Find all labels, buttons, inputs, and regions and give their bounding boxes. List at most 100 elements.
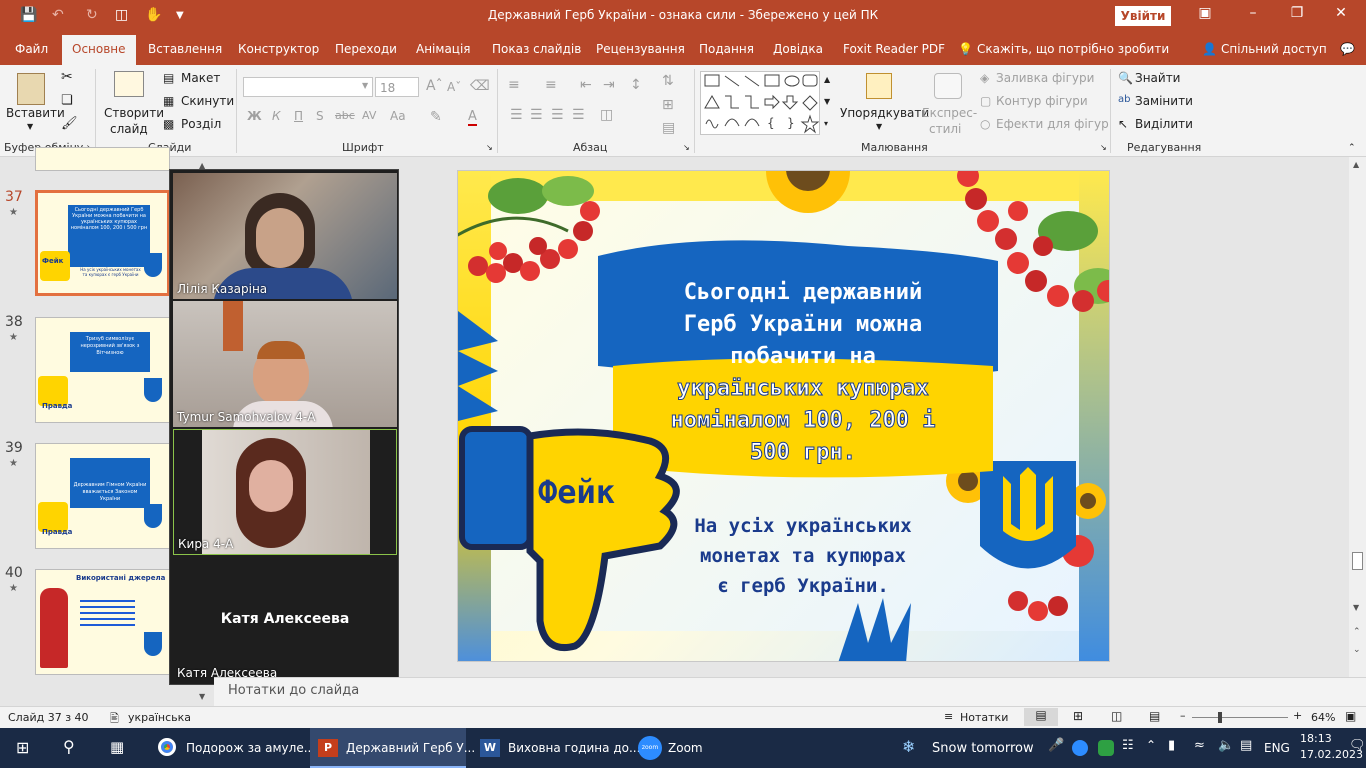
quick-styles-label2[interactable]: стилі bbox=[929, 122, 961, 136]
normal-view-icon[interactable]: ▤ bbox=[1024, 708, 1058, 726]
collapse-ribbon-icon[interactable]: ⌃ bbox=[1348, 143, 1356, 153]
underline-button[interactable]: П bbox=[294, 109, 303, 123]
zoom-slider-track[interactable] bbox=[1192, 717, 1288, 718]
tab-animations[interactable]: Анімація bbox=[416, 42, 471, 56]
columns-icon[interactable]: ◫ bbox=[600, 107, 613, 123]
new-slide-label2[interactable]: слайд bbox=[110, 122, 148, 136]
tell-me-input[interactable]: Скажіть, що потрібно зробити bbox=[977, 42, 1169, 56]
tab-transitions[interactable]: Переходи bbox=[335, 42, 397, 56]
cut-icon[interactable]: ✂ bbox=[61, 69, 73, 85]
reset-button[interactable]: Скинути bbox=[181, 94, 234, 108]
line-spacing-icon[interactable]: ↕ bbox=[630, 77, 642, 93]
format-painter-icon[interactable]: 🖌 bbox=[61, 116, 78, 131]
shape-effects-button[interactable]: Ефекти для фігур bbox=[996, 117, 1109, 131]
layout-button[interactable]: Макет bbox=[181, 71, 220, 85]
quick-styles-icon[interactable] bbox=[934, 73, 962, 99]
microphone-icon[interactable]: 🎤 bbox=[1048, 738, 1064, 753]
main-slide[interactable]: Сьогодні державний Герб України можна по… bbox=[457, 170, 1110, 662]
zoom-out-icon[interactable]: – bbox=[1180, 709, 1186, 722]
prev-slide-icon[interactable]: ⌃ bbox=[1353, 627, 1361, 637]
notes-pane[interactable]: Нотатки до слайда bbox=[214, 677, 1366, 706]
arrange-icon[interactable] bbox=[866, 73, 892, 99]
arrange-dropdown-icon[interactable]: ▼ bbox=[876, 122, 882, 131]
taskbar-app-word[interactable]: W Виховна година до... bbox=[472, 728, 640, 768]
zoom-tray-icon[interactable] bbox=[1072, 740, 1088, 756]
text-direction-icon[interactable]: ⇅ bbox=[662, 73, 674, 89]
tab-file[interactable]: Файл bbox=[15, 42, 48, 56]
notes-toggle-button[interactable]: Нотатки bbox=[960, 711, 1008, 724]
scroll-up-icon[interactable]: ▲ bbox=[1353, 160, 1359, 169]
numbering-icon[interactable]: ≡ bbox=[545, 77, 557, 93]
align-left-icon[interactable]: ☰ bbox=[510, 107, 523, 123]
shapes-scroll-up-icon[interactable]: ▲ bbox=[824, 75, 830, 84]
slide-thumbnail-37[interactable]: Сьогодні державний Герб України можна по… bbox=[35, 190, 170, 296]
task-view-icon[interactable]: ▦ bbox=[110, 738, 124, 756]
network-icon[interactable]: ▤ bbox=[1240, 738, 1252, 753]
italic-button[interactable]: К bbox=[272, 109, 281, 123]
shadow-button[interactable]: S bbox=[316, 109, 324, 123]
zoom-video-panel[interactable]: Лілія Казаріна Tymur Samohvalov 4-А Кира… bbox=[169, 169, 399, 685]
tray-app-icon[interactable] bbox=[1098, 740, 1114, 756]
font-name-input[interactable] bbox=[243, 77, 373, 97]
tab-home[interactable]: Основне bbox=[62, 35, 136, 65]
video-tile-3[interactable]: Кира 4-А bbox=[173, 429, 397, 555]
next-slide-icon[interactable]: ⌄ bbox=[1353, 645, 1361, 655]
slide-thumbnail-partial[interactable] bbox=[35, 147, 170, 171]
wifi-icon[interactable]: ≈ bbox=[1194, 738, 1205, 753]
close-icon[interactable]: ✕ bbox=[1326, 5, 1356, 21]
drawing-launcher-icon[interactable]: ↘ bbox=[1100, 143, 1107, 152]
fit-slide-icon[interactable]: ▣ bbox=[1345, 709, 1356, 723]
slide-thumbnail-38[interactable]: Тризуб символізує нерозривний зв'язок з … bbox=[35, 317, 170, 423]
search-icon[interactable]: ⚲ bbox=[63, 737, 75, 756]
tab-slideshow[interactable]: Показ слайдів bbox=[492, 42, 581, 56]
tab-view[interactable]: Подання bbox=[699, 42, 754, 56]
tab-design[interactable]: Конструктор bbox=[238, 42, 319, 56]
align-right-icon[interactable]: ☰ bbox=[551, 107, 564, 123]
slide-thumbnail-40[interactable]: Використані джерела bbox=[35, 569, 170, 675]
paste-button[interactable]: Вставити bbox=[6, 106, 65, 120]
arrange-button[interactable]: Упорядкувати bbox=[840, 106, 929, 120]
paste-dropdown-icon[interactable]: ▼ bbox=[27, 122, 33, 131]
font-name-dropdown-icon[interactable]: ▼ bbox=[362, 81, 368, 90]
taskbar-app-zoom[interactable]: zoom Zoom bbox=[632, 728, 732, 768]
new-slide-icon[interactable] bbox=[114, 71, 144, 97]
change-case-button[interactable]: Aa bbox=[390, 109, 406, 123]
increase-indent-icon[interactable]: ⇥ bbox=[603, 77, 615, 93]
clock-time[interactable]: 18:13 bbox=[1300, 732, 1332, 745]
input-language[interactable]: ENG bbox=[1264, 741, 1290, 755]
shapes-gallery[interactable]: { } bbox=[700, 71, 820, 135]
slide-scrollbar[interactable]: ▲ ▼ ⌃ ⌄ bbox=[1349, 157, 1366, 677]
thumbs-scroll-down-icon[interactable]: ▼ bbox=[199, 692, 205, 701]
find-button[interactable]: Знайти bbox=[1135, 71, 1180, 85]
clear-format-icon[interactable]: ⌫ bbox=[470, 78, 490, 94]
font-color-button[interactable]: A bbox=[468, 109, 477, 126]
zoom-slider-thumb[interactable] bbox=[1218, 712, 1222, 723]
decrease-indent-icon[interactable]: ⇤ bbox=[580, 77, 592, 93]
tab-foxit[interactable]: Foxit Reader PDF bbox=[843, 42, 945, 56]
windows-start-icon[interactable]: ⊞ bbox=[16, 738, 29, 757]
grow-font-icon[interactable]: Aˆ bbox=[426, 78, 443, 94]
volume-icon[interactable]: 🔈 bbox=[1218, 738, 1234, 753]
paragraph-launcher-icon[interactable]: ↘ bbox=[683, 143, 690, 152]
thumbs-scroll-up-icon[interactable]: ▲ bbox=[199, 161, 205, 170]
show-hidden-icons-icon[interactable]: ⌃ bbox=[1146, 738, 1156, 752]
slide-sorter-icon[interactable]: ⊞ bbox=[1073, 709, 1083, 723]
shape-outline-button[interactable]: Контур фігури bbox=[996, 94, 1088, 108]
video-tile-2[interactable]: Tymur Samohvalov 4-А bbox=[173, 301, 397, 427]
font-size-input[interactable]: 18 bbox=[375, 77, 419, 97]
notifications-icon[interactable]: 🗨 bbox=[1349, 738, 1366, 753]
new-slide-button[interactable]: Створити bbox=[104, 106, 164, 120]
scroll-down-icon[interactable]: ▼ bbox=[1353, 603, 1359, 612]
spellcheck-icon[interactable]: 🖹 bbox=[110, 710, 119, 729]
shapes-scroll-down-icon[interactable]: ▼ bbox=[824, 97, 830, 106]
share-button[interactable]: Спільний доступ bbox=[1221, 42, 1327, 56]
shrink-font-icon[interactable]: Aˇ bbox=[447, 80, 461, 94]
align-center-icon[interactable]: ☰ bbox=[530, 107, 543, 123]
video-tile-1[interactable]: Лілія Казаріна bbox=[173, 173, 397, 299]
taskbar-app-chrome[interactable]: Подорож за амуле... bbox=[150, 728, 315, 768]
font-launcher-icon[interactable]: ↘ bbox=[486, 143, 493, 152]
zoom-level[interactable]: 64% bbox=[1311, 711, 1335, 724]
weather-text[interactable]: Snow tomorrow bbox=[932, 741, 1034, 756]
battery-icon[interactable]: ▮ bbox=[1168, 738, 1175, 753]
smartart-icon[interactable]: ▤ bbox=[662, 120, 675, 136]
